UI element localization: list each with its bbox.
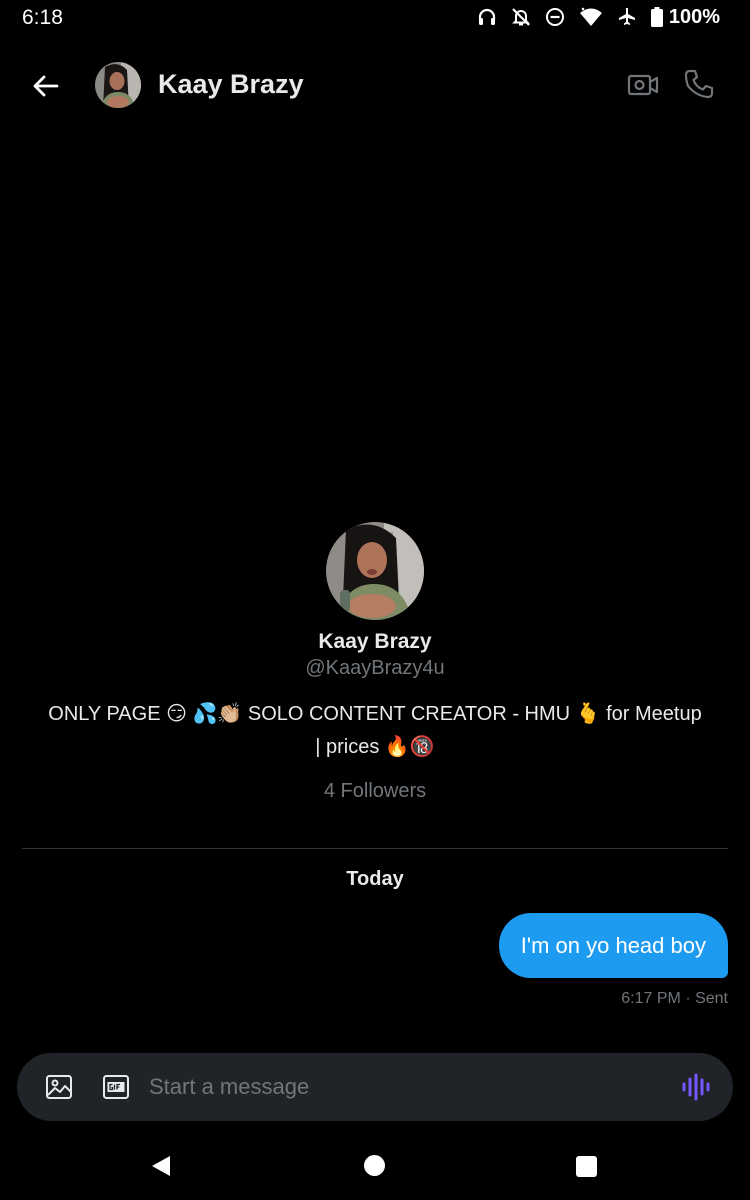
video-call-button[interactable] xyxy=(627,70,659,100)
do-not-disturb-icon xyxy=(545,7,565,27)
status-time: 6:18 xyxy=(22,6,63,29)
avatar-photo xyxy=(326,522,424,620)
phone-icon xyxy=(684,69,714,99)
dm-conversation-screen: 6:18 100% Kaay Brazy Kaay Brazy @KaayBra… xyxy=(0,0,750,1200)
bell-off-icon xyxy=(511,7,531,27)
profile-bio-line-1: ONLY PAGE 😏 💦👏🏼 SOLO CONTENT CREATOR - H… xyxy=(48,703,702,725)
status-icons: 100% xyxy=(477,5,720,29)
battery-level: 100% xyxy=(668,5,720,28)
triangle-back-icon xyxy=(152,1156,170,1176)
header-contact-name[interactable]: Kaay Brazy xyxy=(158,69,304,100)
back-arrow-icon xyxy=(33,75,59,97)
avatar-photo xyxy=(95,62,141,108)
profile-bio-line-2: | prices 🔥🔞 xyxy=(315,736,435,758)
voice-message-icon xyxy=(682,1073,710,1101)
video-call-icon xyxy=(627,74,659,96)
divider xyxy=(22,848,728,849)
message-input[interactable] xyxy=(149,1065,649,1109)
image-icon xyxy=(46,1075,72,1099)
message-composer xyxy=(17,1053,733,1121)
battery-icon xyxy=(650,7,663,27)
nav-home-button[interactable] xyxy=(364,1155,385,1176)
sent-message-bubble[interactable]: I'm on yo head boy xyxy=(498,913,728,978)
add-photo-button[interactable] xyxy=(45,1073,73,1101)
profile-card[interactable]: Kaay Brazy @KaayBrazy4u ONLY PAGE 😏 💦👏🏼 … xyxy=(0,522,750,803)
back-button[interactable] xyxy=(30,70,62,102)
header-avatar[interactable] xyxy=(95,62,141,108)
add-gif-button[interactable] xyxy=(102,1073,130,1101)
phone-call-button[interactable] xyxy=(683,68,715,100)
nav-recents-button[interactable] xyxy=(576,1156,597,1177)
nav-back-button[interactable] xyxy=(150,1154,172,1183)
gif-icon xyxy=(103,1075,129,1099)
day-separator: Today xyxy=(346,868,404,890)
profile-handle: @KaayBrazy4u xyxy=(305,657,445,679)
profile-bio: ONLY PAGE 😏 💦👏🏼 SOLO CONTENT CREATOR - H… xyxy=(35,698,715,764)
followers-count[interactable]: 4 Followers xyxy=(0,780,750,803)
system-nav-bar xyxy=(0,1140,750,1200)
profile-name: Kaay Brazy xyxy=(318,630,432,653)
wifi-icon xyxy=(579,7,603,27)
conversation-header: Kaay Brazy xyxy=(0,56,750,114)
profile-avatar[interactable] xyxy=(326,522,424,620)
message-timestamp-status: 6:17 PM · Sent xyxy=(621,990,728,1007)
airplane-icon xyxy=(617,7,637,27)
headphones-icon xyxy=(477,7,497,27)
status-bar: 6:18 100% xyxy=(0,0,750,36)
voice-message-button[interactable] xyxy=(681,1073,711,1101)
